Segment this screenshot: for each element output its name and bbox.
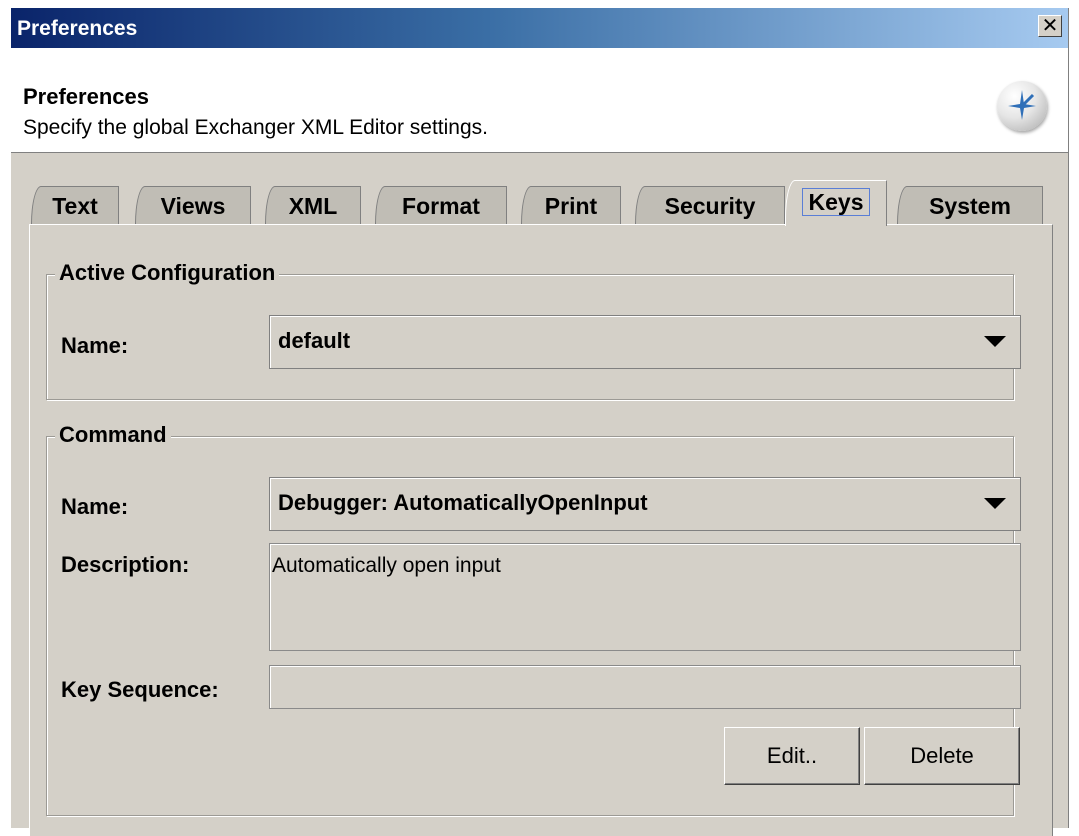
tab-system[interactable]: System bbox=[897, 186, 1043, 225]
tab-text[interactable]: Text bbox=[31, 186, 119, 225]
config-name-label: Name: bbox=[61, 333, 129, 358]
description-textarea[interactable]: Automatically open input bbox=[269, 543, 1021, 651]
active-configuration-group: Active Configuration Name: default bbox=[46, 258, 1021, 400]
dialog-header: Preferences Specify the global Exchanger… bbox=[11, 48, 1068, 153]
close-icon: ✕ bbox=[1041, 13, 1059, 37]
command-value: Debugger: AutomaticallyOpenInput bbox=[278, 490, 648, 515]
tab-keys[interactable]: Keys bbox=[785, 180, 887, 226]
chevron-down-icon[interactable] bbox=[984, 336, 1006, 347]
preferences-dialog: Preferences ✕ Preferences Specify the gl… bbox=[10, 8, 1069, 836]
title-bar[interactable]: Preferences ✕ bbox=[11, 8, 1068, 48]
header-subtitle: Specify the global Exchanger XML Editor … bbox=[23, 116, 488, 139]
keys-panel: Active Configuration Name: default Comma… bbox=[29, 224, 1053, 836]
description-label: Description: bbox=[61, 552, 190, 577]
close-button[interactable]: ✕ bbox=[1038, 15, 1062, 37]
configuration-value: default bbox=[278, 328, 351, 353]
key-sequence-field[interactable] bbox=[269, 665, 1021, 709]
command-name-label: Name: bbox=[61, 494, 129, 519]
tab-format[interactable]: Format bbox=[375, 186, 507, 225]
chevron-down-icon[interactable] bbox=[984, 498, 1006, 509]
tab-views[interactable]: Views bbox=[135, 186, 251, 225]
key-sequence-label: Key Sequence: bbox=[61, 677, 219, 702]
tab-security[interactable]: Security bbox=[635, 186, 785, 225]
tab-strip: Text Views XML Format Print Security Key… bbox=[31, 178, 1051, 226]
exchanger-sparkle-icon bbox=[997, 81, 1047, 131]
tab-xml[interactable]: XML bbox=[265, 186, 361, 225]
delete-button[interactable]: Delete bbox=[864, 727, 1020, 785]
command-group: Command Name: Debugger: AutomaticallyOpe… bbox=[46, 420, 1021, 816]
window-title: Preferences bbox=[17, 17, 138, 40]
command-select[interactable]: Debugger: AutomaticallyOpenInput bbox=[269, 477, 1021, 531]
configuration-select[interactable]: default bbox=[269, 315, 1021, 369]
header-title: Preferences bbox=[23, 84, 149, 109]
edit-button[interactable]: Edit.. bbox=[724, 727, 860, 785]
tab-print[interactable]: Print bbox=[521, 186, 621, 225]
command-legend: Command bbox=[55, 420, 171, 450]
active-configuration-legend: Active Configuration bbox=[55, 258, 280, 288]
